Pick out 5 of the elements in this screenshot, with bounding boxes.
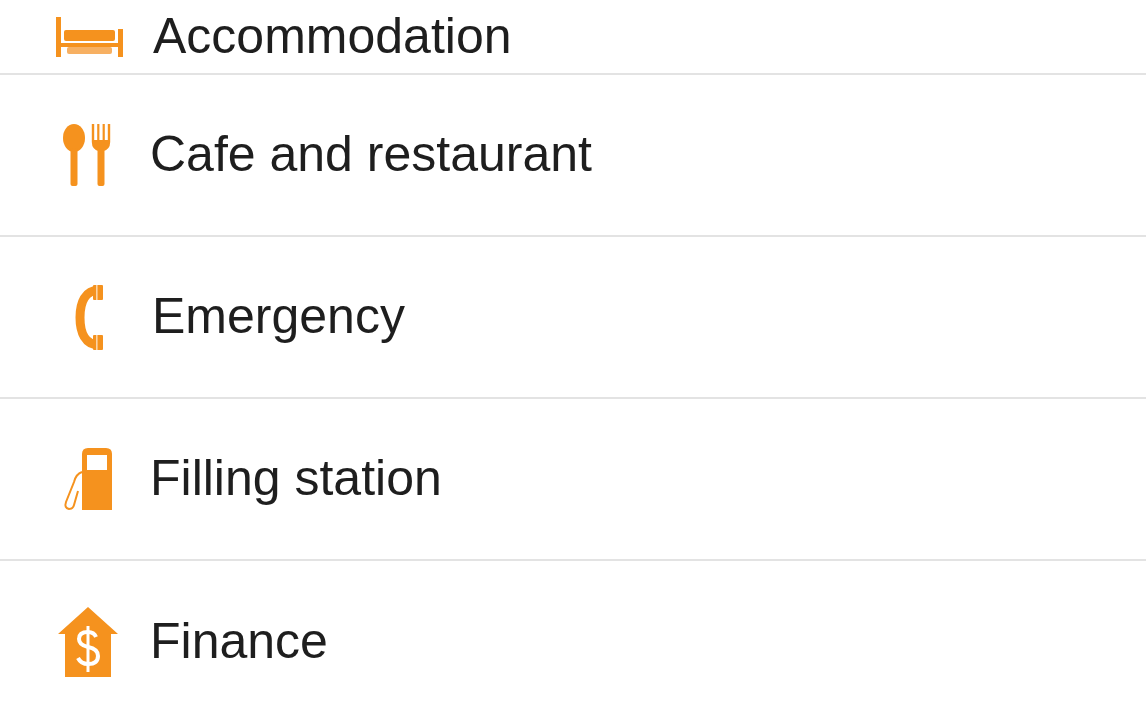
house-dollar-icon (58, 606, 118, 677)
fork-and-spoon-icon (62, 124, 112, 186)
bed-icon (56, 16, 123, 57)
fuel-pump-icon (62, 448, 112, 510)
phone-icon (75, 284, 103, 350)
